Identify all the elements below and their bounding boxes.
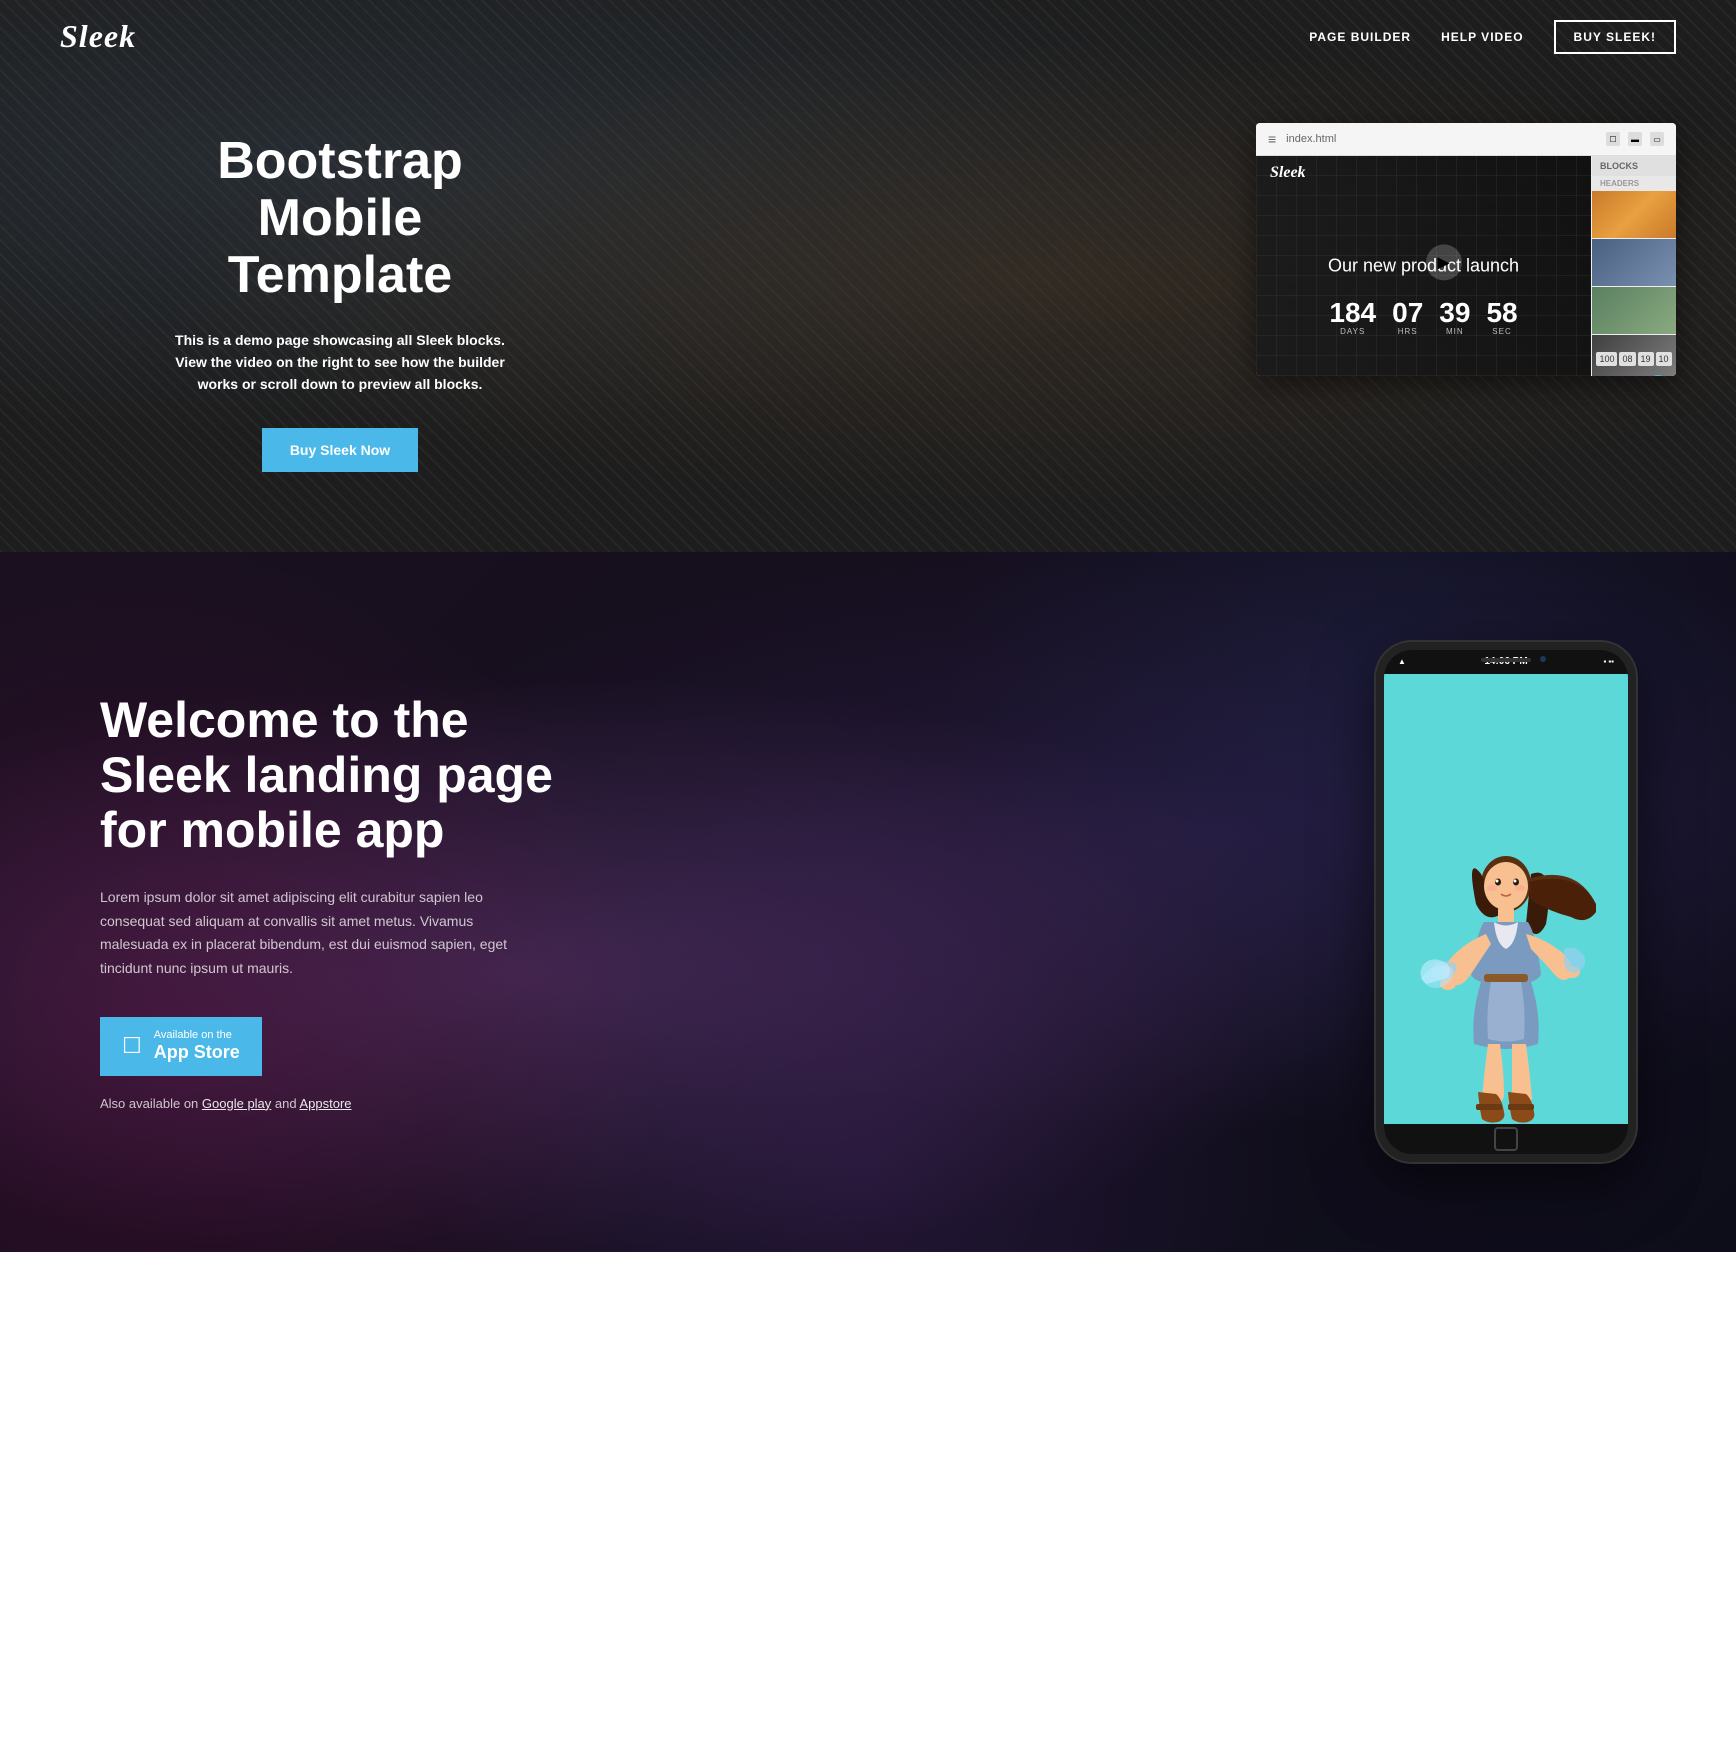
sidebar-headers-label: HEADERS [1592,176,1676,191]
sidebar-nums: 100 08 19 10 [1592,348,1675,370]
browser-bar: ≡ index.html ☐ ▬ ▭ [1256,123,1676,156]
countdown-sec-label: SEC [1486,327,1517,336]
app-content: Welcome to the Sleek landing page for mo… [0,562,1736,1242]
browser-url: index.html [1286,133,1596,145]
sidebar-thumb-2 [1592,239,1676,287]
sidebar-thumb-1 [1592,191,1676,239]
nav-buy-button[interactable]: BUY SLEEK! [1554,20,1676,54]
nav-links: PAGE BUILDER HELP VIDEO BUY SLEEK! [1309,20,1676,54]
sidebar-num-3: 19 [1638,352,1654,366]
browser-phone-icon: ☐ [1606,132,1620,146]
sidebar-num-1: 100 [1596,352,1617,366]
browser-main: Sleek Our new product launch ▶ 184 DAYS … [1256,156,1591,376]
countdown-hrs: 07 HRS [1392,299,1423,336]
countdown-min-label: MIN [1439,327,1470,336]
browser-body: Sleek Our new product launch ▶ 184 DAYS … [1256,156,1676,376]
browser-tablet-icon: ▬ [1628,132,1642,146]
phone-camera [1540,656,1546,662]
browser-device-icons: ☐ ▬ ▭ [1606,132,1664,146]
app-store-available-label: Available on the [154,1029,232,1042]
app-store-text: Available on the App Store [154,1029,240,1064]
nav-link-page-builder[interactable]: PAGE BUILDER [1309,30,1411,44]
hero-section: Sleek PAGE BUILDER HELP VIDEO BUY SLEEK!… [0,0,1736,552]
nav-logo: Sleek [60,18,136,55]
phone-icon: ☐ [122,1033,142,1059]
hero-cta-button[interactable]: Buy Sleek Now [262,428,418,472]
phone-bottom-bar [1384,1124,1628,1154]
sidebar-blocks-label: Blocks [1592,156,1676,176]
hero-content: Bootstrap Mobile Template This is a demo… [0,73,1736,552]
countdown-days: 184 DAYS [1329,299,1376,336]
countdown-days-num: 184 [1329,299,1376,327]
app-store-button[interactable]: ☐ Available on the App Store [100,1017,262,1076]
browser-desktop-icon: ▭ [1650,132,1664,146]
phone-signal: ▲ [1398,657,1406,666]
countdown-min: 39 MIN [1439,299,1470,336]
google-play-link[interactable]: Google play [202,1096,271,1111]
countdown-hrs-num: 07 [1392,299,1423,327]
sidebar-thumb-4: 100 08 19 10 [1592,335,1676,376]
sidebar-num-4: 10 [1656,352,1672,366]
app-title: Welcome to the Sleek landing page for mo… [100,693,580,858]
countdown-sec-num: 58 [1486,299,1517,327]
browser-site-title: Our new product launch [1328,256,1519,277]
app-text: Welcome to the Sleek landing page for mo… [100,693,580,1111]
sidebar-thumb-3 [1592,287,1676,335]
app-description: Lorem ipsum dolor sit amet adipiscing el… [100,886,540,981]
browser-mockup: ≡ index.html ☐ ▬ ▭ Sleek Our new product… [1256,123,1676,376]
browser-site-logo: Sleek [1270,164,1306,181]
nav-link-help-video[interactable]: HELP VIDEO [1441,30,1523,44]
hero-description: This is a demo page showcasing all Sleek… [160,329,520,396]
phone-speaker [1481,658,1531,662]
phone-side-button-right [1634,730,1636,780]
countdown-hrs-label: HRS [1392,327,1423,336]
hero-title: Bootstrap Mobile Template [160,133,520,305]
phone-side-button-left [1376,730,1378,760]
browser-countdown: 184 DAYS 07 HRS 39 MIN [1329,299,1517,336]
browser-main-content: Sleek Our new product launch ▶ 184 DAYS … [1256,156,1591,376]
countdown-min-num: 39 [1439,299,1470,327]
phone-battery: ▪ ▪▪ [1603,657,1614,666]
sidebar-num-2: 08 [1619,352,1635,366]
battery-level: ▪▪ [1608,657,1614,666]
battery-icon: ▪ [1603,657,1606,666]
navbar: Sleek PAGE BUILDER HELP VIDEO BUY SLEEK! [0,0,1736,73]
browser-site-header: Sleek [1256,156,1591,190]
countdown-days-label: DAYS [1329,327,1376,336]
phone-character [1416,844,1596,1124]
browser-menu-icon: ≡ [1268,131,1276,147]
phone-mockup: ▲ 14:06 PM ▪ ▪▪ [1376,642,1636,1162]
appstore-link[interactable]: Appstore [300,1096,352,1111]
phone-top-bar: ▲ 14:06 PM ▪ ▪▪ [1384,650,1628,674]
browser-sidebar: Blocks HEADERS 100 08 19 10 ✕ [1591,156,1676,376]
hero-text: Bootstrap Mobile Template This is a demo… [160,113,520,472]
app-also-available: Also available on Google play and Appsto… [100,1096,580,1111]
play-button[interactable]: ▶ [1426,244,1462,280]
phone-home-button[interactable] [1494,1127,1518,1151]
app-store-name: App Store [154,1042,240,1064]
phone-screen [1384,674,1628,1124]
app-section: Welcome to the Sleek landing page for mo… [0,552,1736,1252]
countdown-sec: 58 SEC [1486,299,1517,336]
